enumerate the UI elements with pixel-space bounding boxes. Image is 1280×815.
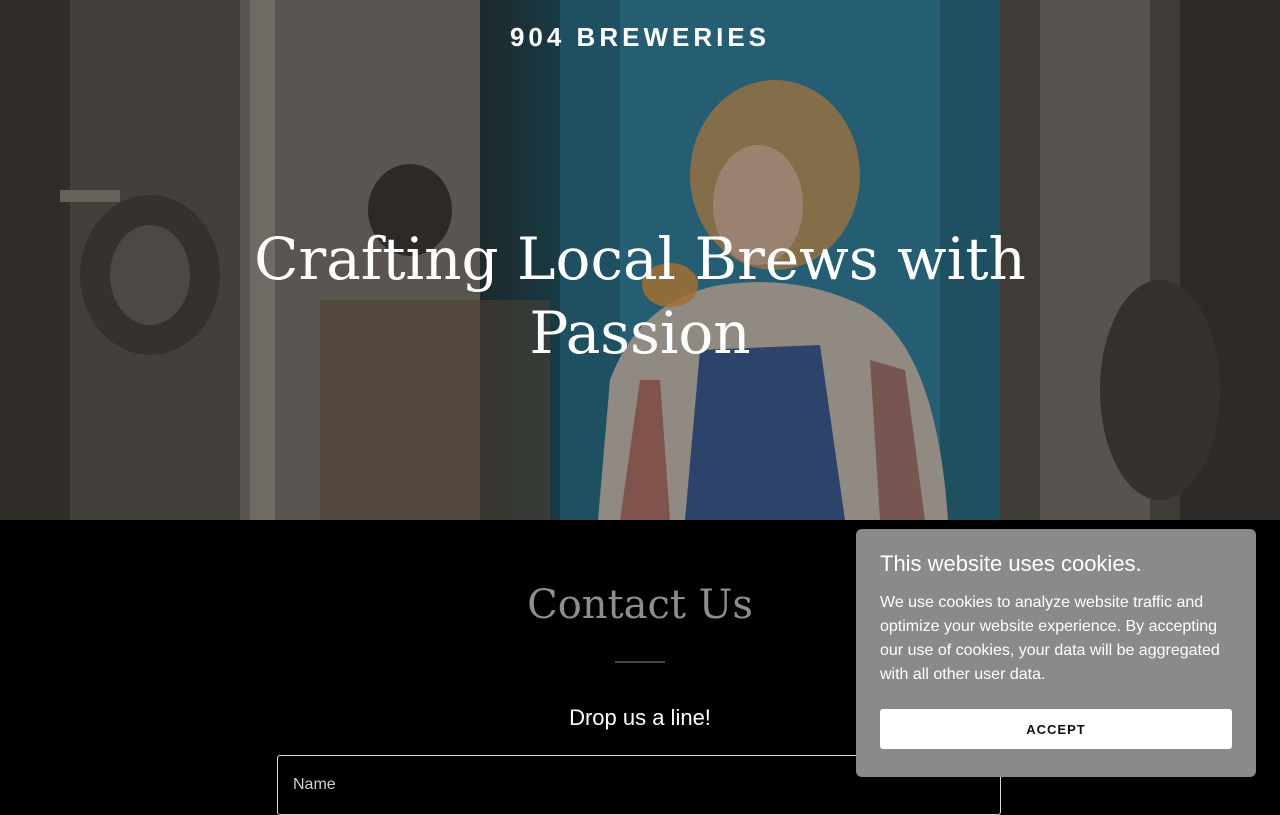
- accept-cookies-button[interactable]: ACCEPT: [880, 709, 1232, 749]
- contact-divider: [615, 661, 665, 663]
- hero-section: 904 BREWERIES Crafting Local Brews with …: [0, 0, 1280, 520]
- site-brand-logo[interactable]: 904 BREWERIES: [0, 22, 1280, 53]
- hero-title: Crafting Local Brews with Passion: [254, 225, 1026, 367]
- cookie-banner: This website uses cookies. We use cookie…: [856, 529, 1256, 777]
- cookie-banner-title: This website uses cookies.: [880, 551, 1142, 576]
- cookie-banner-text: We use cookies to analyze website traffi…: [880, 594, 1220, 683]
